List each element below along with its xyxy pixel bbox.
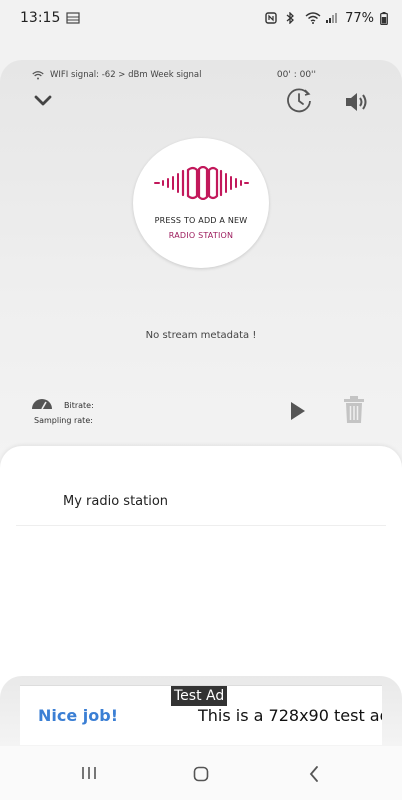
player-card: WIFI signal: -62 > dBm Week signal 00' :… (0, 60, 402, 460)
station-name: My radio station (63, 494, 169, 509)
stream-metadata-text: No stream metadata ! (145, 330, 257, 341)
radio-wave-icon (154, 166, 249, 200)
play-button[interactable] (286, 400, 308, 422)
wifi-icon (305, 12, 321, 24)
bitrate-label: Bitrate: (64, 401, 94, 410)
back-icon[interactable] (308, 766, 320, 782)
gauge-icon (31, 396, 53, 410)
volume-icon[interactable] (344, 90, 370, 114)
battery-icon (380, 12, 388, 25)
bluetooth-icon (285, 12, 299, 24)
status-right: 77% (265, 11, 388, 26)
ad-body: This is a 728x90 test ad. (198, 706, 382, 725)
recents-icon[interactable] (80, 766, 98, 780)
wifi-signal-icon (32, 70, 44, 80)
home-icon[interactable] (193, 766, 209, 782)
signal-icon (325, 12, 339, 24)
delete-button[interactable] (342, 396, 366, 424)
timer-text: 00' : 00'' (276, 70, 316, 80)
status-left: 13:15 (20, 10, 80, 26)
logo-line2: RADIO STATION (168, 231, 234, 240)
list-item[interactable]: My radio station (16, 482, 386, 526)
trash-icon (344, 396, 364, 423)
ad-headline: Nice job! (38, 706, 119, 725)
nfc-icon (265, 12, 279, 24)
sampling-rate-label: Sampling rate: (34, 416, 93, 425)
status-time: 13:15 (20, 10, 61, 26)
nav-bar (0, 746, 402, 800)
clock-icon[interactable] (286, 88, 312, 114)
battery-percent: 77% (345, 10, 374, 26)
signal-row: WIFI signal: -62 > dBm Week signal 00' :… (32, 68, 370, 82)
test-ad-badge: Test Ad (171, 686, 228, 706)
chevron-down-icon[interactable] (34, 94, 52, 108)
play-icon (291, 402, 305, 420)
wifi-signal-text: WIFI signal: -62 > dBm Week signal (50, 70, 202, 80)
add-station-logo-button[interactable]: PRESS TO ADD A NEW RADIO STATION (133, 138, 269, 268)
status-bar: 13:15 77% (0, 0, 402, 36)
logo-line1: PRESS TO ADD A NEW (154, 216, 248, 225)
gallery-icon (66, 12, 80, 24)
